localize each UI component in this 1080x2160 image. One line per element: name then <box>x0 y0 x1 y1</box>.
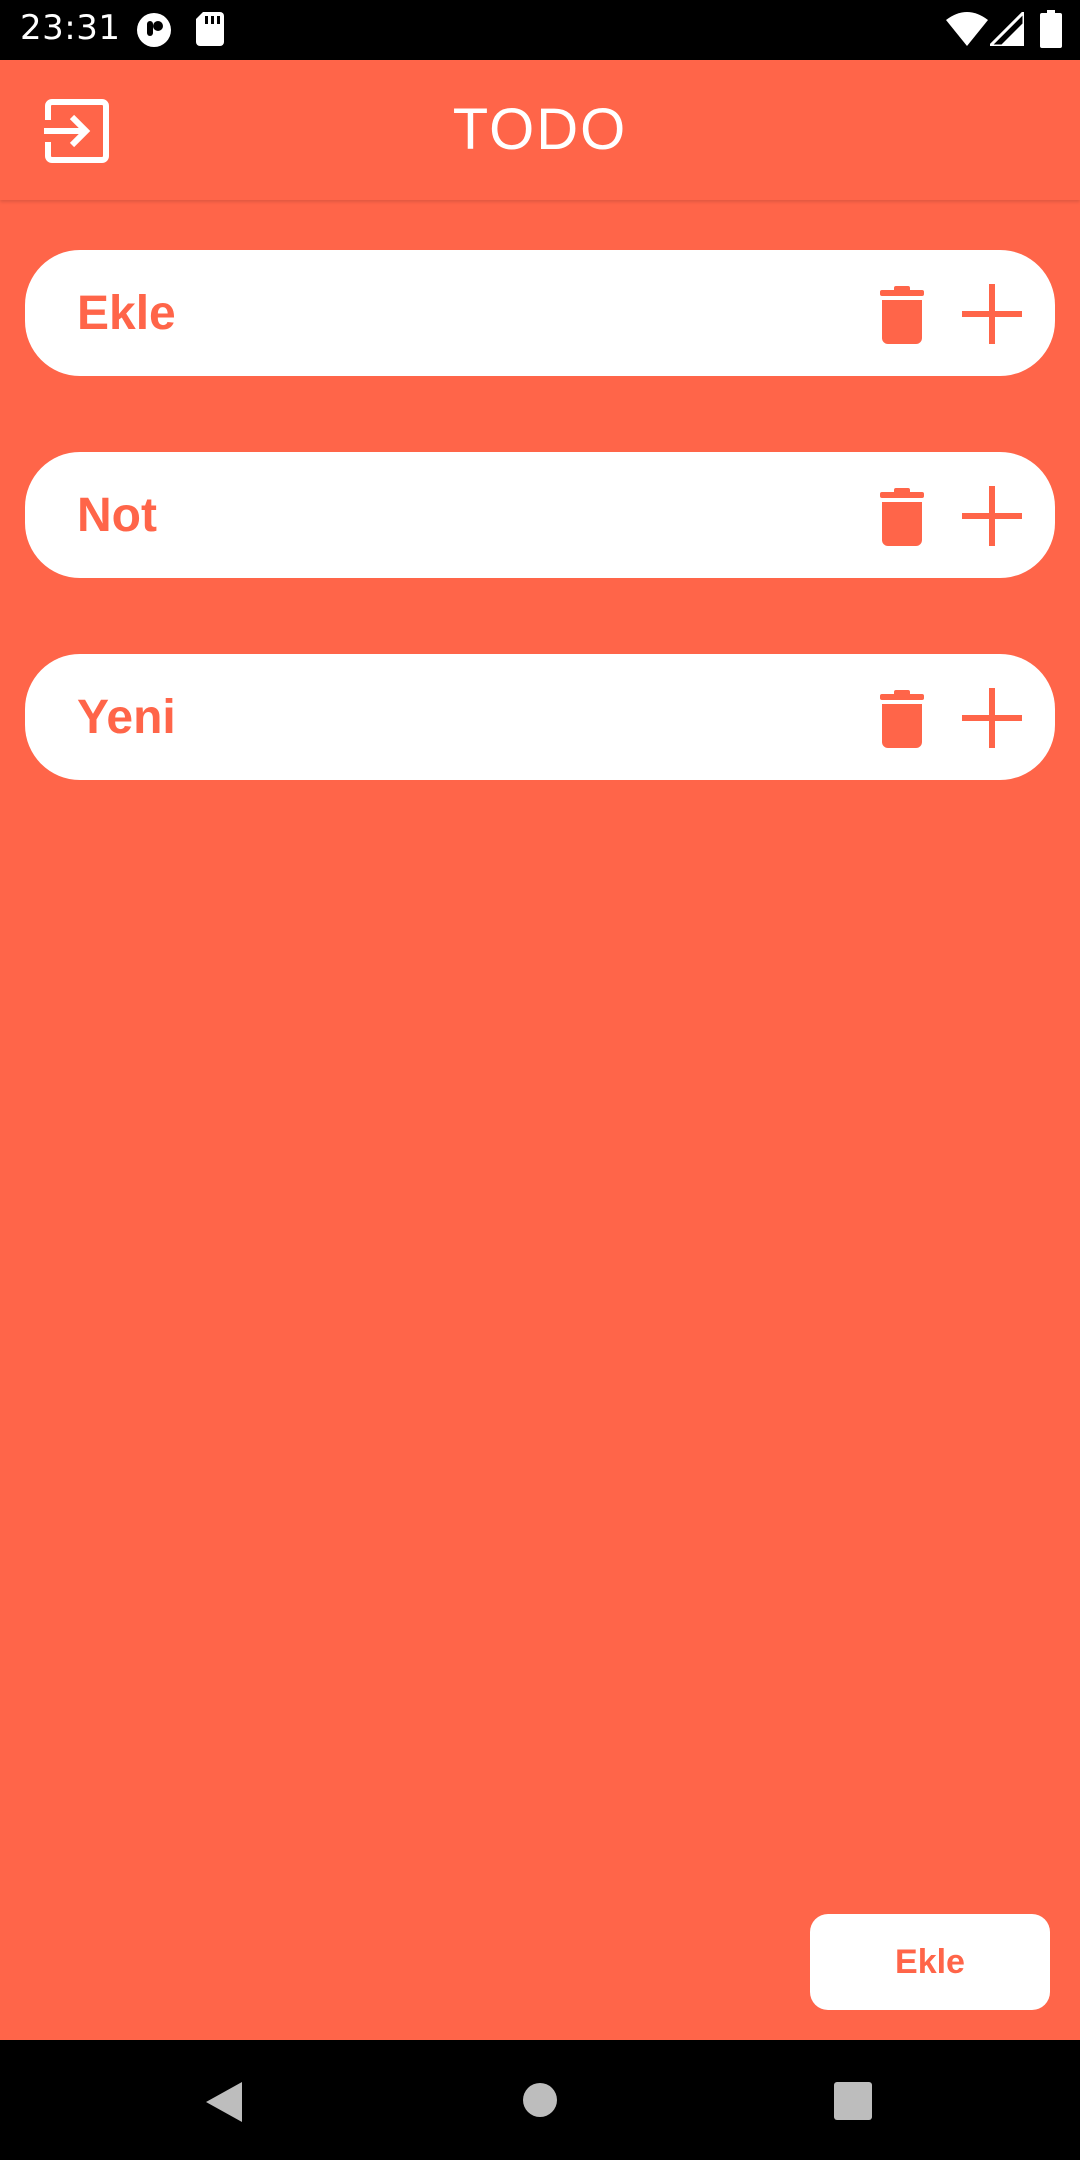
plus-icon <box>962 284 1022 344</box>
status-time: 23:31 <box>20 8 121 48</box>
add-subitem-button[interactable] <box>960 282 1024 346</box>
add-subitem-button[interactable] <box>960 686 1024 750</box>
delete-button[interactable] <box>880 286 936 346</box>
todo-item[interactable]: Yeni <box>25 654 1055 780</box>
screen: 23:31 TODO Ekle Not Yeni Ekle <box>0 0 1080 2160</box>
battery-icon <box>1040 10 1062 48</box>
todo-item[interactable]: Not <box>25 452 1055 578</box>
delete-button[interactable] <box>880 488 936 548</box>
home-icon[interactable] <box>522 2082 558 2118</box>
plus-icon <box>962 486 1022 546</box>
todo-item-text: Ekle <box>77 287 176 340</box>
add-subitem-button[interactable] <box>960 484 1024 548</box>
app-title: TODO <box>452 97 628 162</box>
status-bar: 23:31 <box>0 0 1080 60</box>
app-bar: TODO <box>0 60 1080 200</box>
recents-icon[interactable] <box>834 2082 872 2120</box>
trash-icon <box>880 488 924 546</box>
todo-item[interactable]: Ekle <box>25 250 1055 376</box>
trash-icon <box>880 286 924 344</box>
todo-list: Ekle Not Yeni <box>25 250 1055 856</box>
cell-signal-icon <box>990 12 1024 46</box>
add-button[interactable]: Ekle <box>810 1914 1050 2010</box>
todo-item-text: Yeni <box>77 691 176 744</box>
notification-icon <box>137 13 171 47</box>
nav-bar <box>0 2040 1080 2160</box>
plus-icon <box>962 688 1022 748</box>
todo-item-text: Not <box>77 489 157 542</box>
delete-button[interactable] <box>880 690 936 750</box>
back-icon[interactable] <box>204 2080 244 2124</box>
trash-icon <box>880 690 924 748</box>
sd-card-icon <box>196 12 224 46</box>
wifi-icon <box>946 12 988 46</box>
